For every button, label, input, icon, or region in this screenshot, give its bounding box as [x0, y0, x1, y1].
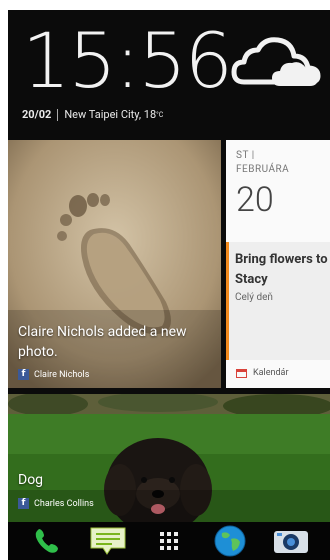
calendar-icon	[236, 368, 247, 378]
partly-cloudy-icon[interactable]	[230, 30, 326, 94]
camera-icon[interactable]	[271, 523, 311, 559]
dog-source-name: Charles Collins	[34, 498, 94, 509]
browser-globe-icon[interactable]	[210, 523, 250, 559]
facebook-icon: f	[18, 369, 29, 380]
clock-weather-widget[interactable]: 15:56 20/02 New Taipei City, 18 °C	[8, 10, 330, 140]
divider	[57, 108, 59, 121]
clock-time: 15:56	[22, 16, 233, 105]
social-photo-tile[interactable]: Claire Nichols added a new photo. f Clai…	[8, 140, 221, 388]
location-temp-text: New Taipei City, 18	[64, 108, 157, 121]
home-screen: 15:56 20/02 New Taipei City, 18 °C Clair…	[8, 10, 330, 560]
photo-source: f Claire Nichols	[18, 369, 89, 380]
app-dock	[8, 522, 330, 560]
phone-icon[interactable]	[27, 523, 67, 559]
apps-grid-icon[interactable]	[149, 523, 189, 559]
temp-unit: °C	[156, 110, 164, 119]
event-subtitle: Celý deň	[235, 292, 273, 303]
dog-caption: Dog	[18, 472, 44, 488]
calendar-day-number: 20	[236, 180, 274, 220]
messages-icon[interactable]	[88, 523, 128, 559]
event-title: Bring flowers to Stacy	[235, 252, 328, 287]
calendar-event[interactable]: Bring flowers to Stacy Celý deň	[226, 242, 330, 360]
photo-caption: Claire Nichols added a new photo.	[18, 324, 187, 360]
dog-source: f Charles Collins	[18, 498, 94, 509]
social-dog-photo-tile[interactable]: Dog f Charles Collins	[8, 394, 330, 522]
calendar-day-of-week: ST |	[236, 150, 255, 161]
date-location-line: 20/02 New Taipei City, 18 °C	[22, 108, 163, 121]
calendar-footer-label: Kalendár	[253, 368, 289, 378]
calendar-footer: Kalendár	[236, 368, 289, 378]
photo-source-name: Claire Nichols	[34, 369, 90, 380]
facebook-icon: f	[18, 498, 29, 509]
calendar-tile[interactable]: ST | FEBRUÁRA 20 Bring flowers to Stacy …	[226, 140, 330, 388]
calendar-date-header: ST | FEBRUÁRA	[236, 149, 289, 177]
date-text: 20/02	[22, 108, 52, 121]
calendar-month: FEBRUÁRA	[236, 164, 290, 175]
